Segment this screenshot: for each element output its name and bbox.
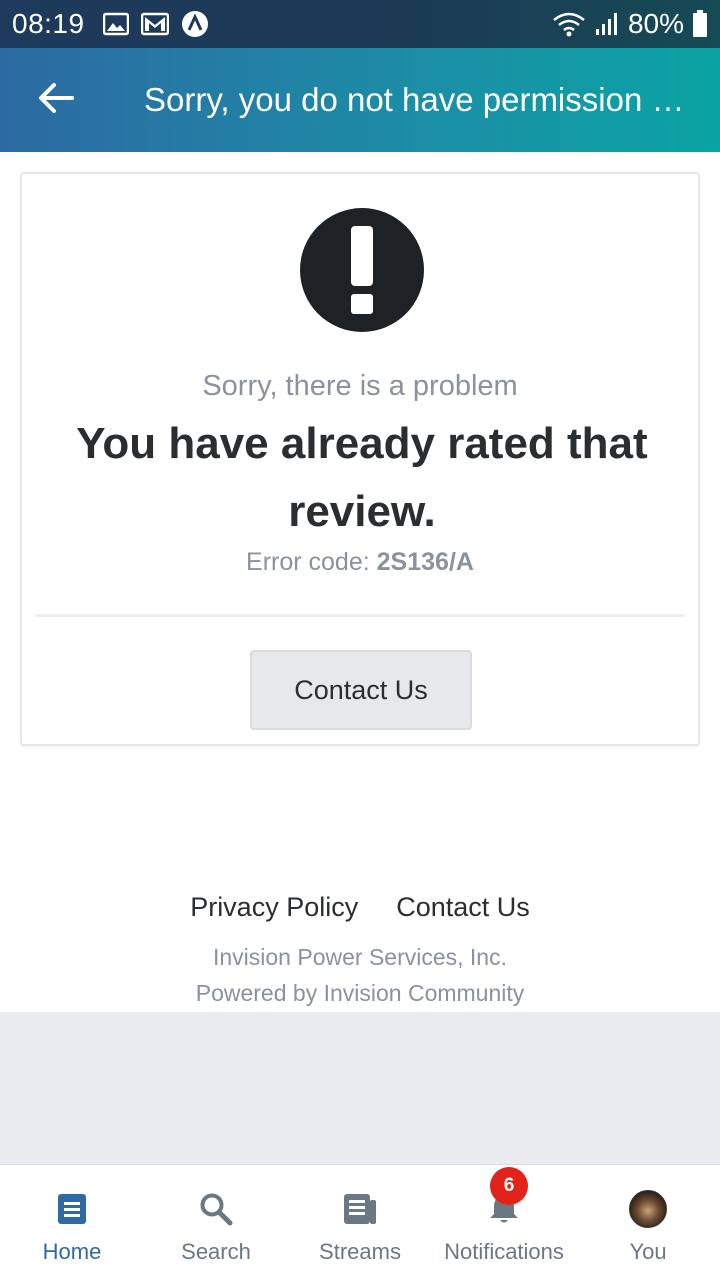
- arrow-left-icon: [38, 82, 74, 119]
- status-bar: 08:19 80%: [0, 0, 720, 48]
- wifi-icon: [552, 11, 586, 37]
- nav-search[interactable]: Search: [144, 1165, 288, 1280]
- avatar: [629, 1190, 667, 1228]
- home-icon: [58, 1189, 86, 1229]
- footer-links: Privacy Policy Contact Us: [0, 892, 720, 923]
- privacy-policy-link[interactable]: Privacy Policy: [190, 892, 358, 923]
- back-button[interactable]: [0, 48, 112, 152]
- footer-contact-link[interactable]: Contact Us: [396, 892, 530, 923]
- notification-badge: 6: [490, 1167, 528, 1205]
- signal-icon: [594, 11, 620, 37]
- exclamation-circle-icon: [300, 208, 424, 332]
- app-bar: Sorry, you do not have permission f…: [0, 48, 720, 152]
- nav-streams[interactable]: Streams: [288, 1165, 432, 1280]
- streams-icon: [344, 1189, 376, 1229]
- app-icon: [181, 10, 209, 38]
- powered-by-link[interactable]: Powered by Invision Community: [0, 980, 720, 1007]
- battery-icon: [692, 10, 708, 38]
- nav-notifications[interactable]: 6 Notifications: [432, 1165, 576, 1280]
- nav-home-label: Home: [42, 1239, 102, 1264]
- error-code-label: Error code:: [246, 548, 370, 576]
- content-background: [0, 1012, 720, 1164]
- error-card: Sorry, there is a problem You have alrea…: [20, 172, 700, 746]
- bottom-nav: Home Search Streams 6 Notifications You: [0, 1164, 720, 1280]
- error-code-line: Error code: 2S136/A: [22, 548, 698, 577]
- error-code-value: 2S136/A: [376, 548, 474, 576]
- nav-notifications-label: Notifications: [444, 1239, 564, 1264]
- status-time: 08:19: [12, 8, 85, 39]
- contact-us-button[interactable]: Contact Us: [250, 650, 472, 730]
- error-subtitle: Sorry, there is a problem: [202, 370, 518, 402]
- gmail-icon: [140, 12, 169, 36]
- gallery-icon: [102, 12, 129, 36]
- page-title: Sorry, you do not have permission f…: [144, 81, 692, 118]
- divider: [36, 614, 684, 617]
- battery-level: 80%: [627, 8, 684, 39]
- nav-home[interactable]: Home: [0, 1165, 144, 1280]
- status-right-icons: 80%: [552, 8, 708, 40]
- nav-search-label: Search: [181, 1239, 251, 1264]
- nav-streams-label: Streams: [319, 1239, 401, 1264]
- nav-you-label: You: [629, 1239, 667, 1264]
- status-left-icons: [102, 10, 209, 38]
- footer-company: Invision Power Services, Inc.: [212, 944, 507, 970]
- search-icon: [199, 1189, 233, 1229]
- error-message: You have already rated that review.: [76, 419, 648, 536]
- nav-you[interactable]: You: [576, 1165, 720, 1280]
